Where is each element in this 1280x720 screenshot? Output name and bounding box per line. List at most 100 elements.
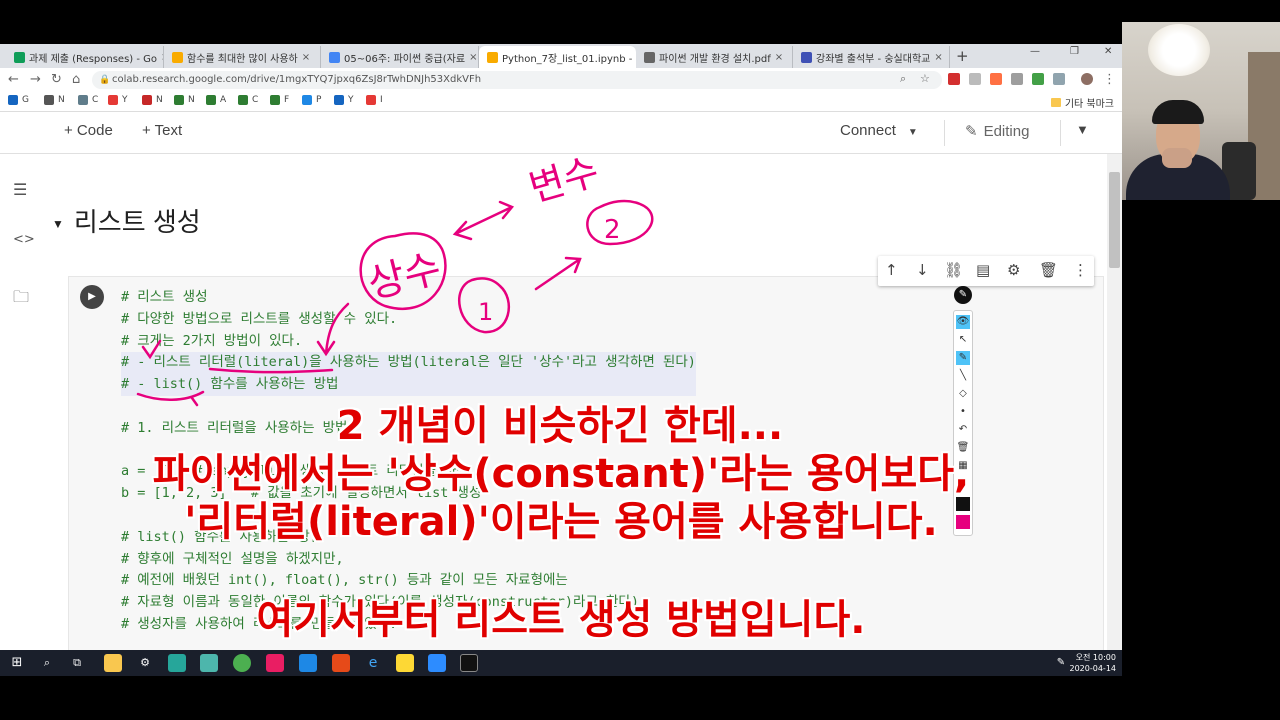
bookmark-item[interactable]: N	[174, 95, 195, 105]
pointer-icon[interactable]: ↖	[956, 333, 970, 347]
bookmark-label: N	[156, 95, 163, 105]
tab-attendance[interactable]: 강좌별 출석부 - 숭실대학교 ×	[793, 46, 950, 68]
adblock-icon[interactable]	[948, 73, 960, 85]
bookmark-item[interactable]: P	[302, 95, 321, 105]
clock[interactable]: 오전 10:00 2020-04-14	[1070, 652, 1117, 674]
app-icon[interactable]	[200, 654, 218, 672]
toc-icon[interactable]: ☰	[13, 180, 27, 199]
bookmark-item[interactable]: I	[366, 95, 383, 105]
bookmark-item[interactable]: Y	[108, 95, 128, 105]
forward-icon[interactable]: →	[30, 72, 41, 87]
more-icon[interactable]: ⋮	[1073, 261, 1088, 279]
app-icon[interactable]	[168, 654, 186, 672]
colab-icon	[172, 51, 183, 63]
pen-logo-icon[interactable]: ✎	[954, 286, 972, 304]
app-icon[interactable]	[332, 654, 350, 672]
zoom-app-icon[interactable]	[428, 654, 446, 672]
vscode-icon[interactable]	[299, 654, 317, 672]
connect-button[interactable]: Connect ▼	[840, 122, 918, 139]
reload-icon[interactable]: ↻	[51, 72, 62, 87]
extension-icon[interactable]	[1053, 73, 1065, 85]
tab-label: 파이썬 개발 환경 설치.pdf	[659, 53, 771, 65]
bookmark-item[interactable]: F	[270, 95, 289, 105]
editing-button[interactable]: ✎ Editing	[965, 122, 1029, 140]
minimize-icon[interactable]: —	[1030, 46, 1040, 57]
bookmark-item[interactable]: C	[238, 95, 258, 105]
add-text-button[interactable]: + Text	[142, 122, 182, 139]
bookmark-item[interactable]: C	[78, 95, 98, 105]
url-input[interactable]: 🔒 colab.research.google.com/drive/1mgxTYQ…	[92, 71, 942, 89]
scroll-thumb[interactable]	[1109, 172, 1120, 268]
sticky-notes-icon[interactable]	[396, 654, 414, 672]
extension-icon[interactable]	[1032, 73, 1044, 85]
comment-icon[interactable]: ▤	[976, 261, 990, 279]
eye-icon[interactable]: 👁	[956, 315, 970, 329]
bookmark-item[interactable]: N	[142, 95, 163, 105]
close-icon[interactable]: ×	[469, 52, 477, 63]
profile-avatar[interactable]	[1081, 73, 1093, 85]
run-cell-button[interactable]: ▶	[80, 285, 104, 309]
window-close-icon[interactable]: ✕	[1104, 46, 1112, 57]
bookmark-item[interactable]: A	[206, 95, 226, 105]
bookmark-item[interactable]: N	[44, 95, 65, 105]
collapse-icon[interactable]: ▼	[52, 217, 64, 231]
pen-icon[interactable]: ✎	[956, 351, 970, 365]
tab-notebook[interactable]: Python_7장_list_01.ipynb -×	[479, 46, 636, 68]
menu-dots-icon[interactable]: ⋮	[1103, 72, 1116, 87]
tab-functions[interactable]: 함수를 최대한 많이 사용하 ×	[164, 46, 321, 68]
code-line: # 리스트 생성	[121, 289, 208, 305]
close-icon[interactable]: ×	[934, 52, 942, 63]
new-tab-icon[interactable]: +	[956, 47, 969, 65]
tab-pdf[interactable]: 파이썬 개발 환경 설치.pdf ×	[636, 46, 793, 68]
maximize-icon[interactable]: ❐	[1070, 46, 1079, 57]
edge-icon[interactable]: e	[364, 654, 382, 672]
explorer-icon[interactable]	[104, 654, 122, 672]
tab-responses[interactable]: 과제 제출 (Responses) - Go×	[6, 46, 164, 68]
chevron-down-icon[interactable]: ▼	[1076, 122, 1089, 137]
bookmark-label: N	[188, 95, 195, 105]
move-down-icon[interactable]: ↓	[916, 261, 929, 279]
pen-tray-icon[interactable]: ✎	[1052, 654, 1070, 672]
other-bookmarks[interactable]: 기타 북마크	[1050, 95, 1114, 110]
windows-start-icon[interactable]: ⊞	[8, 654, 26, 672]
settings-icon[interactable]: ⚙	[136, 654, 154, 672]
home-icon[interactable]: ⌂	[72, 72, 80, 87]
add-code-button[interactable]: + Code	[64, 122, 113, 139]
code-snippets-icon[interactable]: <>	[13, 232, 35, 247]
presenter-cap	[1152, 100, 1204, 124]
tab-lecture[interactable]: 05~06주: 파이썬 중급(자료 ×	[321, 46, 479, 68]
section-heading[interactable]: ▼ 리스트 생성	[52, 202, 201, 239]
bookmark-item[interactable]: Y	[334, 95, 354, 105]
folder-icon[interactable]: 🗀	[13, 286, 29, 313]
close-icon[interactable]: ×	[775, 52, 783, 63]
tab-label: 함수를 최대한 많이 사용하	[187, 53, 298, 65]
bookmark-icon	[78, 95, 88, 105]
line-icon[interactable]: ╲	[956, 369, 970, 383]
bookmark-item[interactable]: G	[8, 95, 29, 105]
tab-label: Python_7장_list_01.ipynb -	[502, 53, 633, 65]
bookmark-icon	[8, 95, 18, 105]
link-icon[interactable]: ⛓	[944, 261, 963, 279]
trash-icon[interactable]: 🗑	[1039, 261, 1058, 279]
tab-strip: 과제 제출 (Responses) - Go× 함수를 최대한 많이 사용하× …	[0, 44, 1122, 68]
chrome-icon[interactable]	[233, 654, 251, 672]
gear-icon[interactable]: ⚙	[1007, 261, 1020, 279]
extension-icon[interactable]	[990, 73, 1002, 85]
pen-app-icon[interactable]	[460, 654, 478, 672]
extension-icon[interactable]	[1011, 73, 1023, 85]
scrollbar[interactable]	[1107, 154, 1122, 676]
task-view-icon[interactable]: ⧉	[68, 654, 86, 672]
star-icon[interactable]: ☆	[920, 72, 930, 85]
bookmark-label: P	[316, 95, 322, 105]
move-up-icon[interactable]: ↑	[885, 261, 898, 279]
search-icon[interactable]: ⌕	[38, 654, 56, 672]
close-icon[interactable]: ×	[302, 52, 310, 63]
eraser-icon[interactable]: ◇	[956, 387, 970, 401]
webcam-feed	[1122, 22, 1280, 200]
app-icon[interactable]	[266, 654, 284, 672]
extension-icon[interactable]	[969, 73, 981, 85]
caption-line-2: 파이썬에서는 '상수(constant)'라는 용어보다,	[152, 451, 970, 497]
bookmark-label: A	[220, 95, 227, 105]
zoom-icon[interactable]: ⌕	[900, 72, 906, 86]
back-icon[interactable]: ←	[8, 72, 19, 87]
